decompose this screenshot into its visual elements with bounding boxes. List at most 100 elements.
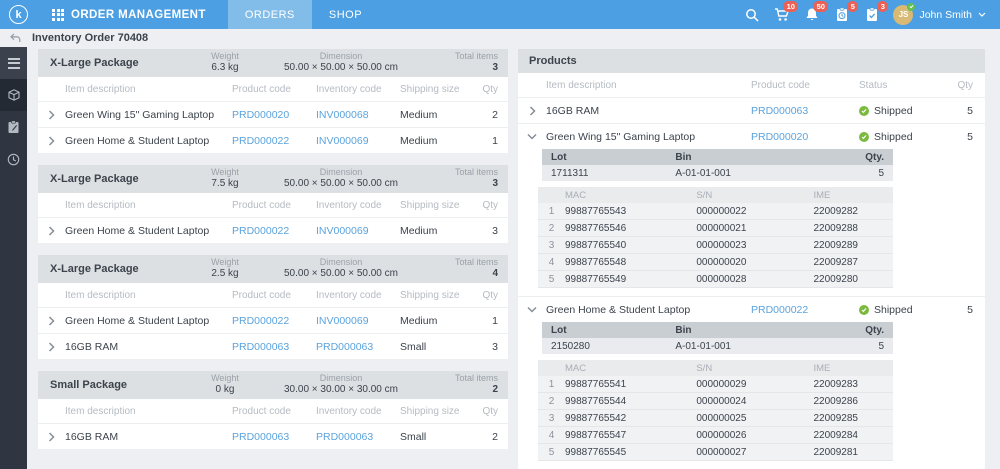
- serial-index: 3: [548, 412, 555, 424]
- product-code-link[interactable]: PRD000022: [232, 135, 316, 147]
- col-bin: Bin: [675, 151, 692, 163]
- product-code-link[interactable]: PRD000022: [232, 225, 316, 237]
- package-column-headers: Item description Product code Inventory …: [38, 193, 508, 217]
- app-logo[interactable]: k: [9, 5, 28, 24]
- sn: 000000024: [696, 395, 747, 407]
- package-header: X-Large Package Weight 2.5 kg Dimension 50…: [38, 255, 508, 283]
- serials-table: MAC S/N IME 1 99887765543 000000022 2200928…: [538, 187, 893, 288]
- serial-row: 5 99887765549 000000028 22009280: [538, 271, 893, 288]
- products-column-headers: Item description Product code Status Qty: [518, 73, 985, 97]
- chevron-right-icon[interactable]: [38, 109, 65, 120]
- back-icon[interactable]: [10, 33, 21, 43]
- col-sn: S/N: [696, 362, 713, 374]
- total-items-label: Total items: [454, 167, 498, 178]
- product-code-link[interactable]: PRD000020: [232, 109, 316, 121]
- product-code-link[interactable]: PRD000063: [232, 431, 316, 443]
- inventory-code-link[interactable]: INV000069: [316, 135, 400, 147]
- chevron-right-icon[interactable]: [38, 431, 65, 442]
- shipped-check-icon: [859, 304, 869, 315]
- products-panel: Products Item description Product code S…: [518, 49, 985, 469]
- inventory-code-link[interactable]: INV000069: [316, 225, 400, 237]
- tab-orders[interactable]: ORDERS: [227, 0, 312, 29]
- chevron-right-icon[interactable]: [38, 341, 65, 352]
- product-code-link[interactable]: PRD000063: [751, 105, 859, 117]
- col-product-code: Product code: [232, 199, 291, 211]
- shipped-check-icon: [859, 105, 869, 116]
- package-name: X-Large Package: [50, 57, 139, 69]
- serial-index: 5: [548, 273, 555, 285]
- mac: 99887765542: [565, 412, 627, 424]
- qty: 5: [967, 303, 973, 316]
- inventory-code-link[interactable]: PRD000063: [316, 341, 400, 353]
- package-header: Small Package Weight 0 kg Dimension 30.00 …: [38, 371, 508, 399]
- ime: 22009283: [813, 378, 858, 390]
- clipboard-check-icon[interactable]: 3: [863, 1, 889, 23]
- chevron-right-icon[interactable]: [518, 105, 546, 116]
- lot-row: 2150280 A-01-01-001 5: [542, 338, 893, 354]
- serial-row: 4 99887765548 000000020 22009287: [538, 254, 893, 271]
- chevron-right-icon[interactable]: [38, 315, 65, 326]
- package-section: X-Large Package Weight 6.3 kg Dimension 50…: [38, 49, 508, 153]
- col-shipping-size: Shipping size: [400, 83, 460, 95]
- col-ime: IME: [813, 189, 831, 201]
- package-section: X-Large Package Weight 2.5 kg Dimension 50…: [38, 255, 508, 359]
- tab-shop[interactable]: SHOP: [312, 0, 379, 29]
- serial-row: 4 99887765547 000000026 22009284: [538, 427, 893, 444]
- col-qty: Qty: [482, 405, 498, 417]
- col-bin: Bin: [675, 324, 692, 336]
- menu-icon[interactable]: [0, 47, 27, 79]
- col-qty: Qty: [482, 83, 498, 95]
- sidebar-item-shipments[interactable]: [0, 79, 27, 111]
- serial-row: 3 99887765540 000000023 22009289: [538, 237, 893, 254]
- product-code-link[interactable]: PRD000020: [751, 131, 859, 143]
- clipboard-clock-icon[interactable]: 5: [833, 1, 859, 23]
- ime: 22009286: [813, 395, 858, 407]
- status-badge: Shipped: [874, 130, 913, 143]
- serial-index: 1: [548, 378, 555, 390]
- inventory-code-link[interactable]: INV000068: [316, 109, 400, 121]
- package-column-headers: Item description Product code Inventory …: [38, 77, 508, 101]
- weight-value: 7.5 kg: [211, 178, 239, 190]
- sidebar-item-history[interactable]: [0, 143, 27, 175]
- user-menu[interactable]: JS John Smith: [893, 2, 990, 25]
- qty: 1: [492, 134, 498, 147]
- user-name: John Smith: [919, 8, 972, 21]
- qty: 3: [492, 224, 498, 237]
- chevron-right-icon[interactable]: [38, 135, 65, 146]
- col-ime: IME: [813, 362, 831, 374]
- sidebar-item-orders[interactable]: [0, 111, 27, 143]
- ime: 22009281: [813, 446, 858, 458]
- ime: 22009282: [813, 205, 858, 217]
- total-items-value: 3: [492, 62, 498, 74]
- notifications-bell-icon[interactable]: 50: [803, 1, 829, 23]
- product-code-link[interactable]: PRD000022: [232, 315, 316, 327]
- product-row: Green Home & Student Laptop PRD000022 Sh…: [518, 296, 985, 322]
- sn: 000000027: [696, 446, 747, 458]
- product-code-link[interactable]: PRD000063: [232, 341, 316, 353]
- dimension-value: 50.00 × 50.00 × 50.00 cm: [284, 268, 398, 280]
- status-badge: Shipped: [874, 104, 913, 117]
- total-items-label: Total items: [454, 373, 498, 384]
- product-code-link[interactable]: PRD000022: [751, 304, 859, 316]
- total-items-label: Total items: [454, 257, 498, 268]
- lot-row: 1711311 A-01-01-001 5: [542, 165, 893, 181]
- inventory-code-link[interactable]: PRD000063: [316, 431, 400, 443]
- inventory-code-link[interactable]: INV000069: [316, 315, 400, 327]
- chevron-right-icon[interactable]: [38, 225, 65, 236]
- mac: 99887765549: [565, 273, 627, 285]
- apps-grid-icon: [52, 8, 64, 21]
- cart-icon[interactable]: 10: [773, 1, 799, 23]
- sn: 000000022: [696, 205, 747, 217]
- col-shipping-size: Shipping size: [400, 199, 460, 211]
- ime: 22009284: [813, 429, 858, 441]
- dimension-value: 50.00 × 50.00 × 50.00 cm: [284, 62, 398, 74]
- col-product-code: Product code: [232, 289, 291, 301]
- serial-row: 3 99887765542 000000025 22009285: [538, 410, 893, 427]
- col-inventory-code: Inventory code: [316, 83, 382, 95]
- col-mac: MAC: [565, 189, 587, 201]
- sn: 000000023: [696, 239, 747, 251]
- total-items-value: 4: [492, 268, 498, 280]
- chevron-down-icon[interactable]: [518, 133, 546, 140]
- chevron-down-icon[interactable]: [518, 306, 546, 313]
- search-icon[interactable]: [743, 6, 760, 23]
